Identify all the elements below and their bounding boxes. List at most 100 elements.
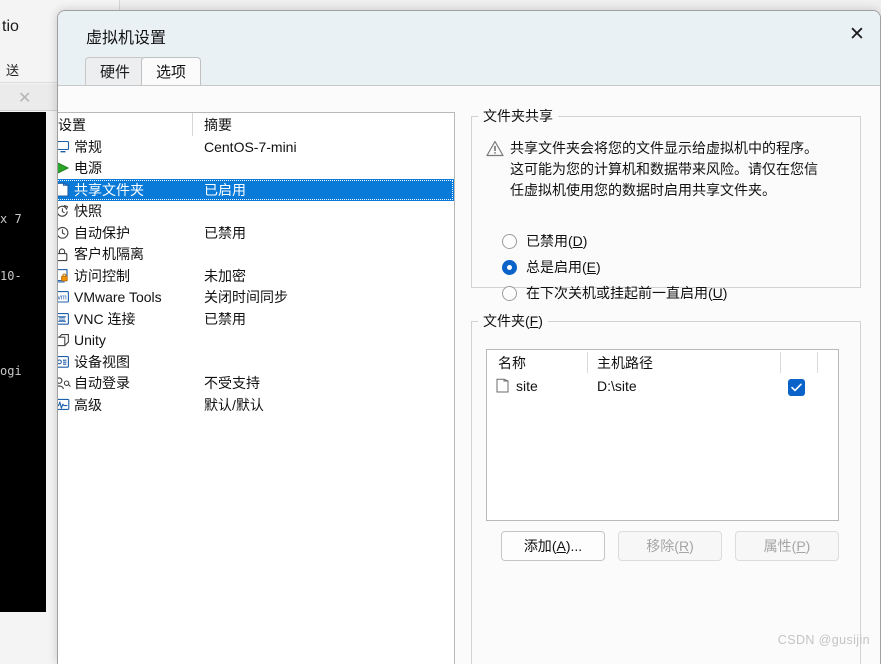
warning-triangle-icon — [486, 138, 510, 201]
settings-list-item-12[interactable]: 高级 默认/默认 — [58, 394, 454, 416]
play-icon — [58, 161, 74, 175]
radio-mark-icon — [502, 285, 517, 301]
settings-list-item-1[interactable]: 电源 — [58, 158, 454, 180]
folder-name: site — [516, 378, 538, 394]
close-icon: ✕ — [849, 23, 865, 45]
clock-icon — [58, 225, 74, 240]
settings-list-item-summary: 关闭时间同步 — [204, 289, 288, 306]
radio-always-enabled-label: 总是启用(E) — [526, 259, 601, 275]
watermark: CSDN @gusijin — [777, 633, 870, 647]
svg-text:vm: vm — [57, 295, 67, 302]
settings-list-header: 设置 摘要 — [58, 113, 454, 136]
settings-list-item-label: 常规 — [74, 138, 102, 155]
folder-enabled-checkbox[interactable] — [788, 379, 805, 396]
radio-disabled-label: 已禁用(D) — [526, 233, 588, 249]
folders-table[interactable]: 名称 主机路径 site D:\site — [486, 349, 839, 521]
folder-sharing-legend: 文件夹共享 — [483, 108, 553, 124]
vmware-tools-icon: vm — [57, 290, 74, 304]
settings-list-item-10[interactable]: 设备视图 — [58, 351, 454, 373]
settings-list-item-summary: 已禁用 — [204, 224, 246, 241]
tab-options-label: 选项 — [156, 64, 187, 81]
settings-list-item-label: 自动登录 — [74, 375, 130, 392]
folder-properties-button[interactable]: 属性(P) — [735, 531, 839, 561]
folder-sharing-warning: 共享文件夹会将您的文件显示给虚拟机中的程序。这可能为您的计算机和数据带来风险。请… — [486, 138, 846, 201]
radio-always-enabled[interactable]: 总是启用(E) — [502, 254, 727, 280]
settings-list-item-label: 自动保护 — [74, 224, 130, 241]
settings-list-item-0[interactable]: 常规 CentOS-7-mini — [58, 136, 454, 158]
folder-sharing-warning-text: 共享文件夹会将您的文件显示给虚拟机中的程序。这可能为您的计算机和数据带来风险。请… — [510, 140, 818, 198]
column-divider — [587, 352, 588, 373]
folder-icon — [496, 378, 509, 396]
settings-list[interactable]: 设置 摘要 常规 CentOS-7-mini 电源 共享文件夹 已启用 快照 自动保护 已禁用… — [57, 112, 455, 664]
lock-icon — [58, 247, 74, 262]
settings-list-item-3[interactable]: 快照 — [58, 201, 454, 223]
column-divider — [780, 352, 781, 373]
folders-group: 文件夹(F) 名称 主机路径 site D:\site 添加 (A) ...… — [471, 311, 861, 664]
vnc-icon — [58, 312, 74, 326]
folder-host-path: D:\site — [597, 378, 637, 394]
settings-list-item-label: VMware Tools — [74, 289, 162, 306]
settings-list-item-label: Unity — [74, 332, 106, 349]
settings-rows-container: 常规 CentOS-7-mini 电源 共享文件夹 已启用 快照 自动保护 已禁用 客户机隔离访… — [57, 136, 454, 416]
settings-list-item-4[interactable]: 自动保护 已禁用 — [58, 222, 454, 244]
tabstrip: 硬件 选项 — [58, 57, 880, 85]
settings-list-item-label: VNC 连接 — [74, 310, 136, 327]
settings-list-item-6[interactable]: 访问控制 未加密 — [58, 265, 454, 287]
settings-list-item-7[interactable]: vm VMware Tools 关闭时间同步 — [57, 287, 454, 309]
radio-until-shutdown-label: 在下次关机或挂起前一直启用(U) — [526, 285, 728, 301]
folders-table-header: 名称 主机路径 — [487, 350, 838, 375]
settings-list-item-11[interactable]: 自动登录 不受支持 — [58, 373, 454, 395]
folders-legend: 文件夹(F) — [483, 313, 543, 329]
device-view-icon — [58, 355, 74, 369]
add-folder-button[interactable]: 添加(A)... — [501, 531, 605, 561]
monitor-icon — [58, 140, 74, 154]
settings-list-item-label: 高级 — [74, 396, 102, 413]
column-header-name: 名称 — [498, 355, 526, 371]
remove-folder-button[interactable]: 移除(R) — [618, 531, 722, 561]
settings-list-item-summary: 不受支持 — [204, 375, 260, 392]
column-divider — [817, 352, 818, 373]
tab-content-options: 设置 摘要 常规 CentOS-7-mini 电源 共享文件夹 已启用 快照 自动保护 已禁用… — [57, 85, 880, 664]
column-header-setting: 设置 — [58, 117, 86, 133]
settings-list-item-label: 电源 — [74, 160, 102, 177]
background-menu-item[interactable]: 送 — [6, 63, 19, 78]
shared-folder-icon — [58, 182, 74, 197]
virtual-machine-settings-dialog: 虚拟机设置 ✕ 硬件 选项 设置 摘要 常规 CentOS-7-mini 电源 共享文… — [57, 10, 881, 664]
settings-list-item-label: 客户机隔离 — [74, 246, 144, 263]
snapshot-icon — [58, 204, 74, 219]
background-terminal: x 7 10- ogi — [0, 112, 46, 612]
background-tab-close-icon[interactable]: ✕ — [18, 88, 31, 108]
advanced-icon — [58, 398, 74, 411]
terminal-line: ogi — [0, 364, 22, 378]
settings-list-item-label: 快照 — [74, 203, 102, 220]
column-header-host-path: 主机路径 — [597, 355, 653, 371]
table-row[interactable]: site D:\site — [487, 375, 838, 401]
column-divider — [192, 113, 193, 136]
close-button[interactable]: ✕ — [834, 11, 880, 57]
radio-disabled[interactable]: 已禁用(D) — [502, 228, 727, 254]
settings-list-item-summary: 已启用 — [204, 181, 246, 198]
settings-list-item-2[interactable]: 共享文件夹 已启用 — [58, 179, 454, 201]
tab-options[interactable]: 选项 — [141, 57, 202, 85]
settings-list-item-5[interactable]: 客户机隔离 — [58, 244, 454, 266]
settings-list-item-summary: 默认/默认 — [204, 396, 264, 413]
radio-mark-icon — [502, 259, 517, 275]
settings-list-item-summary: 已禁用 — [204, 310, 246, 327]
folder-sharing-group: 文件夹共享 共享文件夹会将您的文件显示给虚拟机中的程序。这可能为您的计算机和数据… — [471, 106, 861, 301]
settings-list-item-label: 设备视图 — [74, 353, 130, 370]
terminal-line: 10- — [0, 269, 22, 283]
access-lock-icon — [58, 268, 74, 283]
auto-login-icon — [58, 376, 74, 390]
dialog-title: 虚拟机设置 — [86, 30, 167, 47]
settings-list-item-9[interactable]: Unity — [58, 330, 454, 352]
radio-until-shutdown[interactable]: 在下次关机或挂起前一直启用(U) — [502, 280, 727, 306]
folder-sharing-radio-group[interactable]: 已禁用(D) 总是启用(E) 在下次关机或挂起前一直启用(U) — [502, 228, 727, 306]
options-right-pane: 文件夹共享 共享文件夹会将您的文件显示给虚拟机中的程序。这可能为您的计算机和数据… — [471, 106, 871, 664]
tab-hardware[interactable]: 硬件 — [85, 57, 146, 85]
settings-list-item-summary: 未加密 — [204, 267, 246, 284]
settings-list-item-summary: CentOS-7-mini — [204, 138, 297, 155]
settings-list-item-8[interactable]: VNC 连接 已禁用 — [58, 308, 454, 330]
settings-list-item-label: 访问控制 — [74, 267, 130, 284]
dialog-titlebar: 虚拟机设置 ✕ — [58, 11, 880, 57]
unity-icon — [58, 333, 74, 348]
